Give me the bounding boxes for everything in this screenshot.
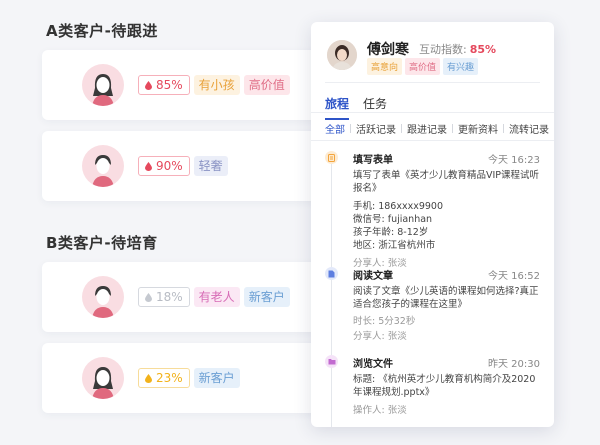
drop-icon [145, 161, 152, 171]
customer-tags: 高意向 高价值 有兴趣 [367, 58, 479, 75]
customer-name: 傅剑寒 [367, 42, 409, 58]
male-avatar [82, 145, 124, 187]
customer-card[interactable]: 90% 轻奢 [42, 131, 342, 201]
tag-high-intent: 高意向 [367, 58, 403, 75]
drop-icon [145, 80, 152, 90]
tag-has-kid: 有小孩 [193, 75, 240, 95]
tag-new-customer: 新客户 [243, 287, 290, 307]
divider [311, 140, 554, 141]
journey-filters: 全部 活跃记录 跟进记录 更新资料 流转记录 [325, 121, 549, 136]
filter-all[interactable]: 全部 [325, 121, 345, 136]
document-icon [325, 267, 338, 280]
event-body: 标题: 《杭州英才少儿教育机构简介及2020年课程规划.pptx》 操作人: 张… [353, 374, 536, 416]
customer-detail-panel: 傅剑寒 互动指数: 85% 高意向 高价值 有兴趣 旅程 任务 全部 活跃记录 跟… [311, 22, 554, 427]
customer-photo-avatar [327, 40, 357, 70]
female-avatar [82, 357, 124, 399]
section-title-b: B类客户-待培育 [46, 234, 158, 252]
form-icon [325, 151, 338, 164]
tab-journey[interactable]: 旅程 [325, 89, 350, 120]
section-title-a: A类客户-待跟进 [46, 22, 158, 40]
filter-transfer[interactable]: 流转记录 [509, 121, 549, 136]
filter-followup[interactable]: 跟进记录 [407, 121, 447, 136]
event-body: 填写了表单《英才少儿教育精品VIP课程试听报名》 手机: 186xxxx9900… [353, 170, 540, 269]
event-title: 阅读文章 [353, 271, 393, 282]
drop-icon [145, 292, 152, 302]
interaction-score: 90% [138, 156, 190, 176]
filter-activity[interactable]: 活跃记录 [356, 121, 396, 136]
event-time: 昨天 20:30 [488, 359, 540, 370]
customer-card[interactable]: 18% 有老人 新客户 [42, 262, 342, 332]
divider [325, 82, 540, 83]
interaction-score: 23% [138, 368, 190, 388]
tag-high-value: 高价值 [243, 75, 290, 95]
tag-high-value: 高价值 [405, 58, 441, 75]
tag-interested: 有兴趣 [443, 58, 479, 75]
folder-icon [325, 355, 338, 368]
filter-profile-update[interactable]: 更新资料 [458, 121, 498, 136]
tag-has-elderly: 有老人 [193, 287, 240, 307]
interaction-score: 85% [138, 75, 190, 95]
event-time: 今天 16:23 [488, 155, 540, 166]
tab-tasks[interactable]: 任务 [363, 89, 387, 120]
male-avatar [82, 276, 124, 318]
divider [311, 112, 554, 113]
event-title: 浏览文件 [353, 359, 393, 370]
tag-light-luxury: 轻奢 [193, 156, 228, 176]
interaction-index: 互动指数: 85% [419, 43, 497, 56]
panel-tabs: 旅程 任务 [325, 89, 387, 120]
customer-card[interactable]: 85% 有小孩 高价值 [42, 50, 342, 120]
drop-icon [145, 373, 152, 383]
female-avatar [82, 64, 124, 106]
event-title: 填写表单 [353, 155, 393, 166]
tag-new-customer: 新客户 [193, 368, 240, 388]
event-body: 阅读了文章《少儿英语的课程如何选择?真正适合您孩子的课程在这里》 时长: 5分3… [353, 286, 539, 342]
timeline-line [331, 164, 332, 427]
interaction-score: 18% [138, 287, 190, 307]
customer-card[interactable]: 23% 新客户 [42, 343, 342, 413]
event-time: 今天 16:52 [488, 271, 540, 282]
